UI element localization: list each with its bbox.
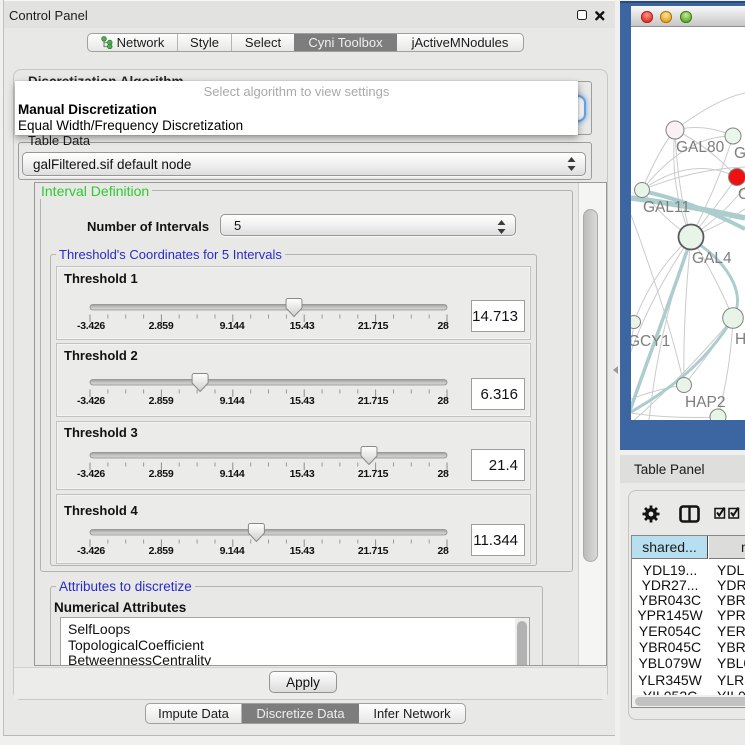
svg-text:GAL4: GAL4 — [692, 250, 732, 267]
svg-text:GAL11: GAL11 — [643, 199, 690, 216]
svg-text:GA: GA — [734, 145, 745, 162]
svg-text:HAP2: HAP2 — [685, 394, 726, 411]
svg-text:C: C — [738, 186, 745, 203]
svg-text:GAL80: GAL80 — [676, 139, 725, 156]
svg-text:H: H — [735, 331, 745, 348]
svg-text:GCY1: GCY1 — [631, 333, 670, 350]
